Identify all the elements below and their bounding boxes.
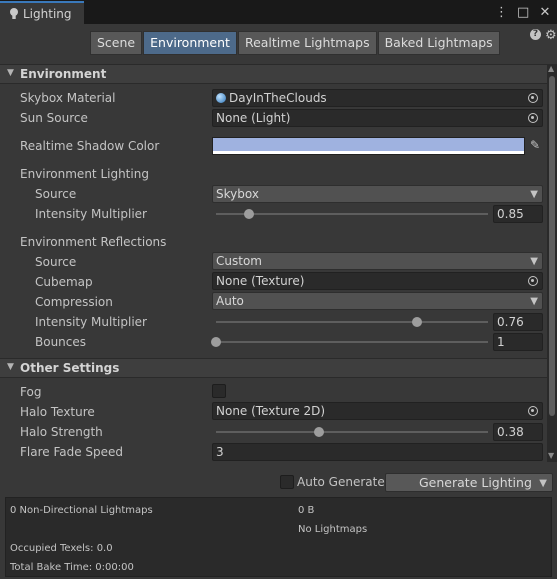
tab-realtime-lightmaps[interactable]: Realtime Lightmaps [237,31,377,55]
lighting-toolbar: Scene Environment Realtime Lightmaps Bak… [0,24,557,64]
expand-arrow-icon: ▼ [7,362,14,372]
lightbulb-icon [10,8,18,19]
reflections-source-dropdown[interactable]: Custom ▼ [212,252,543,270]
other-settings-section-header[interactable]: ▼ Other Settings [0,358,547,378]
scroll-up-icon[interactable]: ▲ [548,64,554,73]
scrollbar-thumb[interactable] [549,76,555,416]
more-vert-icon[interactable]: ⋮ [495,5,508,20]
lighting-window-tab[interactable]: Lighting [0,1,84,24]
lightmap-count-text: 0 Non-Directional Lightmaps [10,505,153,516]
object-picker-icon[interactable] [528,113,538,123]
vertical-scrollbar[interactable]: ▲ ▼ [547,64,557,462]
material-sphere-icon [216,93,226,103]
total-bake-time-text: Total Bake Time: 0:00:00 [10,562,134,573]
environment-section-title: Environment [20,67,107,81]
compression-dropdown[interactable]: Auto ▼ [212,292,543,310]
lighting-scroll-view: ▼ Environment Skybox Material DayInTheCl… [0,64,547,462]
lighting-intensity-track[interactable] [216,213,488,215]
skybox-material-label: Skybox Material [20,91,116,105]
realtime-shadow-color-label: Realtime Shadow Color [20,139,160,153]
bounces-track[interactable] [216,341,488,343]
gear-icon[interactable]: ⚙ [545,28,557,43]
environment-lighting-label: Environment Lighting [20,167,149,181]
lightmap-stats-panel: 0 Non-Directional Lightmaps 0 B No Light… [5,497,552,577]
fog-checkbox[interactable] [212,384,226,398]
realtime-shadow-color-field[interactable] [212,137,525,155]
generate-lighting-label: Generate Lighting [419,475,532,490]
reflections-source-label: Source [35,255,77,269]
expand-arrow-icon: ▼ [7,68,14,78]
other-settings-section-title: Other Settings [20,361,120,375]
tab-baked-lightmaps[interactable]: Baked Lightmaps [377,31,500,55]
object-picker-icon[interactable] [528,276,538,286]
environment-reflections-label: Environment Reflections [20,235,167,249]
tab-environment[interactable]: Environment [143,31,237,55]
generate-row: Auto Generate Generate Lighting ▼ [0,466,557,496]
halo-strength-input[interactable]: 0.38 [493,423,543,441]
lighting-intensity-thumb[interactable] [243,209,254,219]
occupied-texels-text: Occupied Texels: 0.0 [10,543,113,554]
lighting-intensity-label: Intensity Multiplier [35,207,147,221]
halo-strength-thumb[interactable] [314,427,325,437]
tab-scene[interactable]: Scene [90,31,143,55]
sun-source-field[interactable]: None (Light) [212,109,543,127]
help-icon[interactable]: ? [530,29,541,40]
auto-generate-label: Auto Generate [297,475,385,489]
scroll-down-icon[interactable]: ▼ [548,451,554,460]
reflections-intensity-label: Intensity Multiplier [35,315,147,329]
sun-source-label: Sun Source [20,111,88,125]
compression-label: Compression [35,295,113,309]
cubemap-field[interactable]: None (Texture) [212,272,543,290]
reflections-intensity-input[interactable]: 0.76 [493,313,543,331]
bounces-input[interactable]: 1 [493,333,543,351]
skybox-material-value: DayInTheClouds [229,91,327,105]
skybox-material-field[interactable]: DayInTheClouds [212,89,543,107]
sun-source-value: None (Light) [216,111,291,125]
object-picker-icon[interactable] [528,406,538,416]
flare-fade-speed-input[interactable]: 3 [212,443,543,461]
window-tab-label: Lighting [23,7,72,21]
halo-texture-value: None (Texture 2D) [216,404,326,418]
lighting-tab-group: Scene Environment Realtime Lightmaps Bak… [90,31,501,55]
flare-fade-speed-label: Flare Fade Speed [20,445,124,459]
halo-strength-track[interactable] [216,431,488,433]
environment-section-header[interactable]: ▼ Environment [0,64,547,84]
compression-value: Auto [216,294,244,308]
object-picker-icon[interactable] [528,93,538,103]
bounces-label: Bounces [35,335,87,349]
halo-texture-field[interactable]: None (Texture 2D) [212,402,543,420]
lightmap-size-text: 0 B [298,505,315,516]
dropdown-caret-icon: ▼ [530,256,538,267]
halo-texture-label: Halo Texture [20,405,95,419]
dropdown-caret-icon[interactable]: ▼ [539,475,547,492]
close-icon[interactable]: ✕ [539,5,551,20]
lighting-source-label: Source [35,187,77,201]
window-titlebar: Lighting ⋮ □ ✕ [0,0,557,24]
reflections-intensity-thumb[interactable] [412,317,423,327]
lighting-source-value: Skybox [216,187,259,201]
lighting-source-dropdown[interactable]: Skybox ▼ [212,185,543,203]
eyedropper-icon[interactable]: ✎ [530,138,544,152]
reflections-intensity-track[interactable] [216,321,488,323]
fog-label: Fog [20,385,42,399]
dropdown-caret-icon: ▼ [530,296,538,307]
cubemap-value: None (Texture) [216,274,305,288]
generate-lighting-button[interactable]: Generate Lighting ▼ [385,473,553,492]
alpha-bar [213,151,524,154]
dropdown-caret-icon: ▼ [530,189,538,200]
reflections-source-value: Custom [216,254,262,268]
maximize-icon[interactable]: □ [517,5,529,20]
no-lightmaps-text: No Lightmaps [298,524,368,535]
auto-generate-checkbox[interactable] [280,475,294,489]
halo-strength-label: Halo Strength [20,425,103,439]
bounces-thumb[interactable] [211,337,221,347]
lighting-intensity-input[interactable]: 0.85 [493,205,543,223]
cubemap-label: Cubemap [35,275,93,289]
